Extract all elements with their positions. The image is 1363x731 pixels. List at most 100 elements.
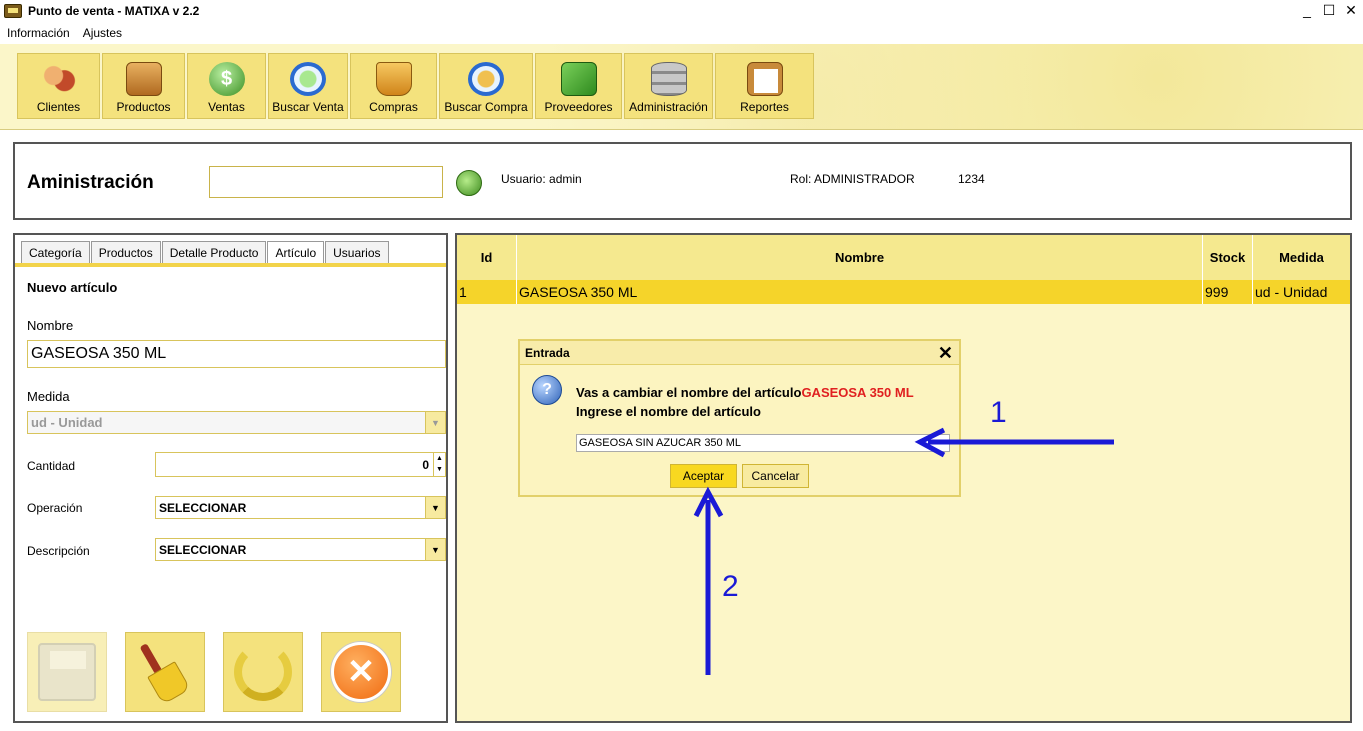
search-dollar-icon <box>290 62 326 96</box>
toolbar-label: Buscar Venta <box>272 100 344 114</box>
main-toolbar: Clientes Productos $ Ventas Buscar Venta… <box>0 44 1363 130</box>
cantidad-value: 0 <box>422 457 429 472</box>
tab-divider <box>15 263 446 267</box>
menu-bar: Información Ajustes <box>0 22 1363 44</box>
column-header-stock[interactable]: Stock <box>1203 235 1253 280</box>
column-header-id[interactable]: Id <box>457 235 517 280</box>
toolbar-label: Administración <box>629 100 708 114</box>
chevron-down-icon[interactable]: ▼ <box>425 497 445 518</box>
medida-label: Medida <box>27 389 70 404</box>
toolbar-proveedores-button[interactable]: Proveedores <box>535 53 622 119</box>
descripcion-label: Descripción <box>27 544 90 558</box>
toolbar-label: Reportes <box>740 100 789 114</box>
window-title: Punto de venta - MATIXA v 2.2 <box>28 4 200 18</box>
dialog-title-bar: Entrada ✕ <box>520 341 959 365</box>
toolbar-productos-button[interactable]: Productos <box>102 53 185 119</box>
toolbar-compras-button[interactable]: Compras <box>350 53 437 119</box>
window-controls: _ ☐ ✕ <box>1299 2 1359 19</box>
box-icon <box>125 62 162 96</box>
admin-header: Aministración Usuario: admin Rol: ADMINI… <box>13 142 1352 220</box>
cancel-form-button[interactable]: ✕ <box>321 632 401 712</box>
toolbar-clientes-button[interactable]: Clientes <box>17 53 100 119</box>
toolbar-ventas-button[interactable]: $ Ventas <box>187 53 266 119</box>
toolbar-buscar-compra-button[interactable]: Buscar Compra <box>439 53 533 119</box>
refresh-icon <box>234 643 292 701</box>
clear-button[interactable] <box>125 632 205 712</box>
floppy-disk-icon <box>38 643 96 701</box>
accept-button[interactable]: Aceptar <box>670 464 737 488</box>
chevron-down-icon[interactable]: ▼ <box>425 539 445 560</box>
app-icon <box>4 4 22 18</box>
tab-bar: Categoría Productos Detalle Producto Art… <box>21 241 390 263</box>
tab-articulo[interactable]: Artículo <box>267 241 325 263</box>
operacion-select[interactable]: SELECCIONAR ▼ <box>155 496 446 519</box>
medida-select[interactable]: ud - Unidad ▼ <box>27 411 446 434</box>
table-row[interactable]: 1 GASEOSA 350 ML 999 ud - Unidad <box>457 280 1350 304</box>
menu-ajustes[interactable]: Ajustes <box>83 26 122 40</box>
toolbar-label: Ventas <box>208 100 245 114</box>
refresh-button[interactable] <box>223 632 303 712</box>
toolbar-administracion-button[interactable]: Administración <box>624 53 713 119</box>
chevron-down-icon[interactable]: ▼ <box>425 412 445 433</box>
dialog-message: Vas a cambiar el nombre del artículoGASE… <box>576 383 914 421</box>
article-form-panel: Categoría Productos Detalle Producto Art… <box>13 233 448 723</box>
nombre-field[interactable]: GASEOSA 350 ML <box>27 340 446 368</box>
cantidad-label: Cantidad <box>27 459 76 473</box>
descripcion-value: SELECCIONAR <box>159 542 247 557</box>
user-label: Usuario: admin <box>501 172 582 186</box>
dialog-title: Entrada <box>525 345 570 360</box>
table-header: Id Nombre Stock Medida <box>457 235 1350 280</box>
form-title: Nuevo artículo <box>27 280 118 295</box>
supplier-icon <box>560 62 597 96</box>
save-button[interactable] <box>27 632 107 712</box>
maximize-button[interactable]: ☐ <box>1321 2 1337 19</box>
cell-nombre: GASEOSA 350 ML <box>517 280 1203 304</box>
tab-categoria[interactable]: Categoría <box>21 241 90 263</box>
broom-icon <box>135 641 195 705</box>
dialog-message-line1: Vas a cambiar el nombre del artículo <box>576 385 802 400</box>
descripcion-select[interactable]: SELECCIONAR ▼ <box>155 538 446 561</box>
toolbar-label: Proveedores <box>544 100 613 114</box>
input-dialog: Entrada ✕ ? Vas a cambiar el nombre del … <box>518 339 961 497</box>
operacion-value: SELECCIONAR <box>159 500 247 515</box>
dollar-icon: $ <box>208 62 245 96</box>
column-header-nombre[interactable]: Nombre <box>517 235 1203 280</box>
cell-id: 1 <box>457 280 517 304</box>
close-circle-icon: ✕ <box>331 642 391 702</box>
tab-productos[interactable]: Productos <box>90 241 161 263</box>
cell-stock: 999 <box>1203 280 1253 304</box>
cantidad-stepper[interactable]: 0 ▲ ▼ <box>155 452 446 477</box>
toolbar-label: Clientes <box>36 100 81 114</box>
annotation-number-1: 1 <box>990 396 1007 429</box>
tab-usuarios[interactable]: Usuarios <box>325 241 389 263</box>
user-code: 1234 <box>958 172 985 186</box>
cancel-button[interactable]: Cancelar <box>742 464 809 488</box>
column-header-medida[interactable]: Medida <box>1253 235 1350 280</box>
operacion-label: Operación <box>27 501 83 515</box>
toolbar-buscar-venta-button[interactable]: Buscar Venta <box>268 53 348 119</box>
new-name-input[interactable]: GASEOSA SIN AZUCAR 350 ML <box>576 434 950 452</box>
toolbar-label: Buscar Compra <box>444 100 528 114</box>
clients-icon <box>40 62 77 96</box>
database-icon <box>650 62 687 96</box>
toolbar-label: Productos <box>116 100 171 114</box>
stepper-arrows-icon[interactable]: ▲ ▼ <box>433 453 445 476</box>
cell-medida: ud - Unidad <box>1255 284 1328 300</box>
search-icon[interactable] <box>456 170 482 196</box>
clipboard-icon <box>746 62 783 96</box>
minimize-button[interactable]: _ <box>1299 2 1315 19</box>
question-icon: ? <box>532 375 562 405</box>
page-title: Aministración <box>27 172 154 193</box>
title-bar: Punto de venta - MATIXA v 2.2 _ ☐ ✕ <box>0 0 1363 22</box>
nombre-label: Nombre <box>27 318 74 333</box>
search-box-icon <box>468 62 504 96</box>
close-window-button[interactable]: ✕ <box>1343 2 1359 19</box>
medida-value: ud - Unidad <box>31 415 103 430</box>
basket-icon <box>375 62 412 96</box>
dialog-message-line2: Ingrese el nombre del artículo <box>576 404 761 419</box>
tab-detalle-producto[interactable]: Detalle Producto <box>161 241 267 263</box>
close-icon[interactable]: ✕ <box>938 343 953 364</box>
toolbar-reportes-button[interactable]: Reportes <box>715 53 814 119</box>
search-input[interactable] <box>209 166 443 198</box>
menu-informacion[interactable]: Información <box>7 26 70 40</box>
